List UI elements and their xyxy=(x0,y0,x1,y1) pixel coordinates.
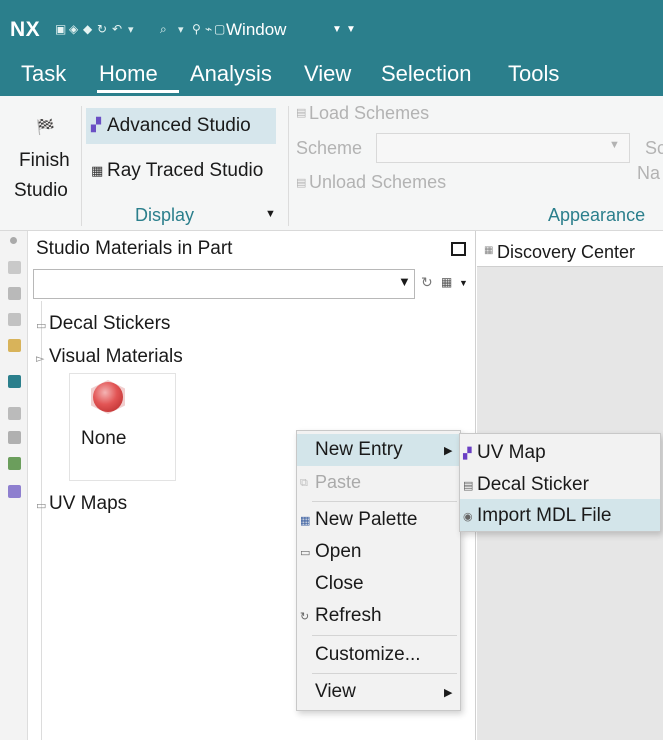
undo-dropdown-icon[interactable]: ▾ xyxy=(128,23,134,36)
menu-separator xyxy=(312,501,457,502)
finish-studio-label-2[interactable]: Studio xyxy=(14,180,68,202)
palette-dropdown-chevron-icon[interactable]: ▼ xyxy=(459,278,468,288)
history-icon[interactable] xyxy=(8,431,21,444)
tab-tools[interactable]: Tools xyxy=(508,61,559,87)
tree-item-decal-stickers[interactable]: Decal Stickers xyxy=(49,313,170,335)
ray-traced-studio-icon: ▦ xyxy=(91,163,104,178)
ray-traced-studio-button[interactable]: Ray Traced Studio xyxy=(107,160,263,182)
paste-icon: ⧉ xyxy=(300,477,308,489)
tab-selection[interactable]: Selection xyxy=(381,61,472,87)
tab-analysis[interactable]: Analysis xyxy=(190,61,272,87)
window-icon[interactable]: ▢ xyxy=(214,22,225,36)
command-finder-icon[interactable]: ⌕ xyxy=(160,22,167,37)
open-folder-icon: ▭ xyxy=(300,547,311,559)
menu-item-paste[interactable]: Paste xyxy=(315,472,361,493)
truncated-field-label: Sc xyxy=(645,138,663,158)
uv-map-icon: ▞ xyxy=(463,448,472,460)
discovery-center-icon: ▦ xyxy=(484,245,494,256)
web-browser-icon[interactable] xyxy=(8,407,21,420)
ribbon-separator xyxy=(288,106,289,226)
reuse-library-icon[interactable] xyxy=(8,339,21,352)
window-menu-chevron-icon[interactable]: ▼ xyxy=(332,24,342,35)
reset-icon[interactable]: ↻ xyxy=(421,274,433,291)
menu-separator xyxy=(312,673,457,674)
paste-icon[interactable]: ◆ xyxy=(83,22,92,36)
submenu-arrow-icon: ▶ xyxy=(444,445,453,457)
menu-separator xyxy=(312,635,457,636)
undo-icon[interactable]: ↶ xyxy=(112,22,122,36)
panel-title: Studio Materials in Part xyxy=(36,238,233,259)
maximize-icon[interactable] xyxy=(451,242,466,256)
filter-dropdown[interactable] xyxy=(33,269,415,299)
display-group-label: Display xyxy=(135,205,195,225)
unload-schemes-button[interactable]: Unload Schemes xyxy=(309,172,446,193)
menu-item-customize[interactable]: Customize... xyxy=(315,644,421,666)
import-mdl-icon: ◉ xyxy=(463,511,473,523)
tab-task[interactable]: Task xyxy=(21,61,66,87)
studio-materials-icon[interactable] xyxy=(8,375,21,388)
scheme-dropdown-chevron-icon[interactable]: ▼ xyxy=(609,139,620,151)
display-group-dropdown-icon[interactable]: ▼ xyxy=(265,208,276,220)
save-all-icon[interactable]: ◈ xyxy=(69,22,78,36)
decal-sticker-icon: ▤ xyxy=(463,480,474,492)
advanced-studio-icon: ▞ xyxy=(91,117,101,132)
save-icon[interactable]: ▣ xyxy=(55,22,66,36)
ribbon-separator xyxy=(81,106,82,226)
menu-item-close[interactable]: Close xyxy=(315,573,364,595)
nx-logo: NX xyxy=(10,18,41,41)
scheme-dropdown[interactable] xyxy=(376,133,630,163)
folder-icon: ▭ xyxy=(36,500,47,512)
touch-mode-icon[interactable]: ⚲ xyxy=(192,22,201,36)
resource-bar-settings-icon[interactable] xyxy=(10,237,17,244)
active-tab-underline xyxy=(97,90,179,93)
load-schemes-button[interactable]: Load Schemes xyxy=(309,103,429,124)
finish-studio-label-1[interactable]: Finish xyxy=(19,150,70,172)
command-dropdown-icon[interactable]: ▾ xyxy=(178,23,184,36)
folder-icon: ▭ xyxy=(36,320,47,332)
material-sphere-icon xyxy=(93,382,123,412)
tab-view[interactable]: View xyxy=(304,61,351,87)
part-navigator-icon[interactable] xyxy=(8,261,21,274)
checkered-flag-icon: 🏁 xyxy=(36,119,55,136)
menu-bar: Task Home Analysis View Selection Tools xyxy=(0,52,663,96)
tab-discovery-center[interactable]: Discovery Center xyxy=(497,242,635,263)
system-materials-icon[interactable] xyxy=(8,457,21,470)
menu-item-open[interactable]: Open xyxy=(315,541,361,563)
assembly-navigator-icon[interactable] xyxy=(8,287,21,300)
scheme-label: Scheme xyxy=(296,138,363,158)
palette-icon[interactable]: ▦ xyxy=(441,275,452,289)
constraint-navigator-icon[interactable] xyxy=(8,313,21,326)
roles-icon[interactable] xyxy=(8,485,21,498)
menu-item-new-palette[interactable]: New Palette xyxy=(315,509,417,531)
material-tile-label: None xyxy=(81,428,127,449)
tree-item-uv-maps[interactable]: UV Maps xyxy=(49,493,127,515)
unload-schemes-icon: ▤ xyxy=(296,177,307,189)
menu-item-import-mdl-file[interactable]: Import MDL File xyxy=(477,505,611,527)
folder-open-icon: ▻ xyxy=(36,353,45,365)
load-schemes-icon: ▤ xyxy=(296,107,307,119)
appearance-group-label: Appearance xyxy=(548,205,646,225)
truncated-name-label: Na xyxy=(637,163,661,183)
menu-item-view[interactable]: View xyxy=(315,681,356,703)
refresh-icon: ↻ xyxy=(300,611,310,623)
title-bar: NX ▣ ◈ ◆ ↻ ↶ ▾ ⌕ ▾ ⚲ ⌁ ▢ Window ▼ ▼ xyxy=(0,0,663,52)
menu-item-uv-map[interactable]: UV Map xyxy=(477,442,546,464)
resource-bar xyxy=(0,231,28,740)
tab-home[interactable]: Home xyxy=(99,61,158,87)
menu-item-decal-sticker[interactable]: Decal Sticker xyxy=(477,474,589,496)
tree-item-visual-materials[interactable]: Visual Materials xyxy=(49,346,183,368)
menu-item-refresh[interactable]: Refresh xyxy=(315,605,382,627)
submenu-arrow-icon: ▶ xyxy=(444,687,453,699)
quick-access-chevron-icon[interactable]: ▼ xyxy=(346,24,356,35)
link-icon[interactable]: ⌁ xyxy=(205,22,212,36)
advanced-studio-label[interactable]: Advanced Studio xyxy=(107,115,251,137)
filter-dropdown-chevron-icon[interactable]: ▼ xyxy=(398,274,411,289)
window-menu[interactable]: Window xyxy=(226,20,286,40)
new-palette-icon: ▦ xyxy=(300,515,311,527)
menu-item-new-entry[interactable]: New Entry xyxy=(315,439,403,461)
redo-icon[interactable]: ↻ xyxy=(97,22,107,36)
